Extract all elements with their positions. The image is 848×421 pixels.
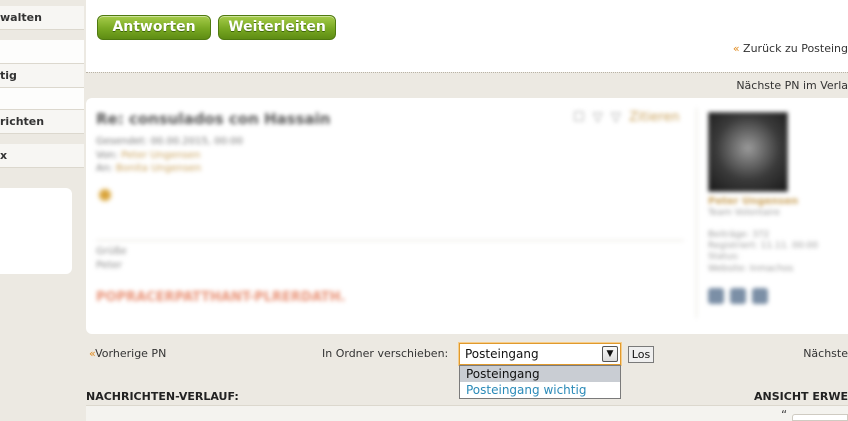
message-panel: Re: consulados con Hassain Gesendet: 00.…: [86, 98, 848, 334]
social-icons: [708, 288, 768, 304]
folder-option-posteingang[interactable]: Posteingang: [460, 366, 620, 382]
message-title: Re: consulados con Hassain: [96, 110, 331, 128]
message-date: Gesendet: 00.00.2015, 00:00: [96, 136, 244, 147]
sender-stat: Status:: [708, 252, 740, 262]
sender-stat: Website: Inmachos: [708, 264, 794, 274]
folder-dropdown-list: Posteingang Posteingang wichtig: [459, 365, 621, 399]
move-folder-label: In Ordner verschieben:: [322, 347, 449, 360]
sender-stat: Beiträge: 372: [708, 230, 770, 240]
folder-select[interactable]: Posteingang ▼: [458, 342, 622, 366]
sidebar-item-label: walten: [0, 11, 42, 24]
forward-button[interactable]: Weiterleiten: [218, 15, 336, 40]
sidebar-item-x[interactable]: x: [0, 144, 84, 168]
avatar[interactable]: [708, 112, 788, 192]
message-body-line: Grüße: [96, 246, 127, 257]
dotted-divider: [86, 72, 848, 73]
message-icon[interactable]: [730, 288, 746, 304]
back-link-label: Zurück zu Posteing: [743, 42, 848, 55]
folder-select-value: Posteingang: [465, 347, 539, 361]
from-label: Von:: [96, 150, 118, 161]
history-panel: [86, 405, 848, 421]
quote-icon: “: [781, 408, 788, 421]
sender-name-link[interactable]: Peter Ungensen: [708, 196, 798, 207]
next-pm-bottom-link[interactable]: Nächste: [803, 347, 848, 360]
globe-icon[interactable]: [752, 288, 768, 304]
left-sidebar: walten tig richten x: [0, 0, 84, 421]
profile-icon[interactable]: [708, 288, 724, 304]
next-pm-top-link[interactable]: Nächste PN im Verla: [736, 79, 848, 92]
reply-button[interactable]: Antworten: [97, 15, 211, 40]
message-to: An: Bonita Ungensen: [96, 163, 201, 174]
back-to-inbox-link[interactable]: « Zurück zu Posteing: [733, 42, 848, 55]
from-user-link[interactable]: Peter Ungensen: [121, 150, 200, 161]
message-divider: [96, 240, 684, 241]
sidebar-item-label: richten: [0, 115, 45, 128]
quote-link[interactable]: Zitieren: [629, 110, 680, 125]
tool-icons[interactable]: ☐ ▽ ▽: [573, 110, 623, 125]
sidebar-item-label: tig: [0, 69, 17, 82]
view-extended-link[interactable]: ANSICHT ERWE: [754, 390, 848, 403]
message-actions-area: Antworten Weiterleiten « Zurück zu Poste…: [86, 0, 848, 72]
move-submit-button[interactable]: Los: [628, 346, 654, 363]
message-tools[interactable]: ☐ ▽ ▽ Zitieren: [573, 110, 680, 125]
panel-divider: [696, 108, 697, 318]
message-body-line: Peter: [96, 260, 123, 271]
sidebar-item-verwalten[interactable]: walten: [0, 6, 84, 30]
history-entry: [792, 414, 848, 421]
to-label: An:: [96, 163, 113, 174]
sender-stat: Registriert: 11.11. 00:00: [708, 241, 819, 251]
prev-link-label: Vorherige PN: [95, 347, 167, 360]
sidebar-item-nachrichten[interactable]: richten: [0, 110, 84, 134]
sidebar-item-label: x: [0, 149, 8, 162]
history-title: NACHRICHTEN-VERLAUF:: [86, 390, 239, 403]
message-from: Von: Peter Ungensen: [96, 150, 200, 161]
status-badge-icon: [98, 188, 112, 202]
message-signature: POPRACERPATTHANT-PLRERDATH.: [96, 290, 346, 305]
sidebar-item-blank: [0, 40, 84, 64]
sidebar-item-wichtig[interactable]: tig: [0, 64, 84, 88]
previous-pm-link[interactable]: «Vorherige PN: [89, 347, 166, 360]
sidebar-item-blank: [0, 88, 84, 110]
chevron-down-icon[interactable]: ▼: [602, 346, 618, 362]
sender-rank: Team Volontaire: [708, 208, 780, 218]
raquo-icon: «: [732, 42, 740, 55]
to-user-link[interactable]: Bonita Ungensen: [116, 163, 202, 174]
folder-option-posteingang-wichtig[interactable]: Posteingang wichtig: [460, 382, 620, 398]
sidebar-info-box: [0, 188, 72, 274]
